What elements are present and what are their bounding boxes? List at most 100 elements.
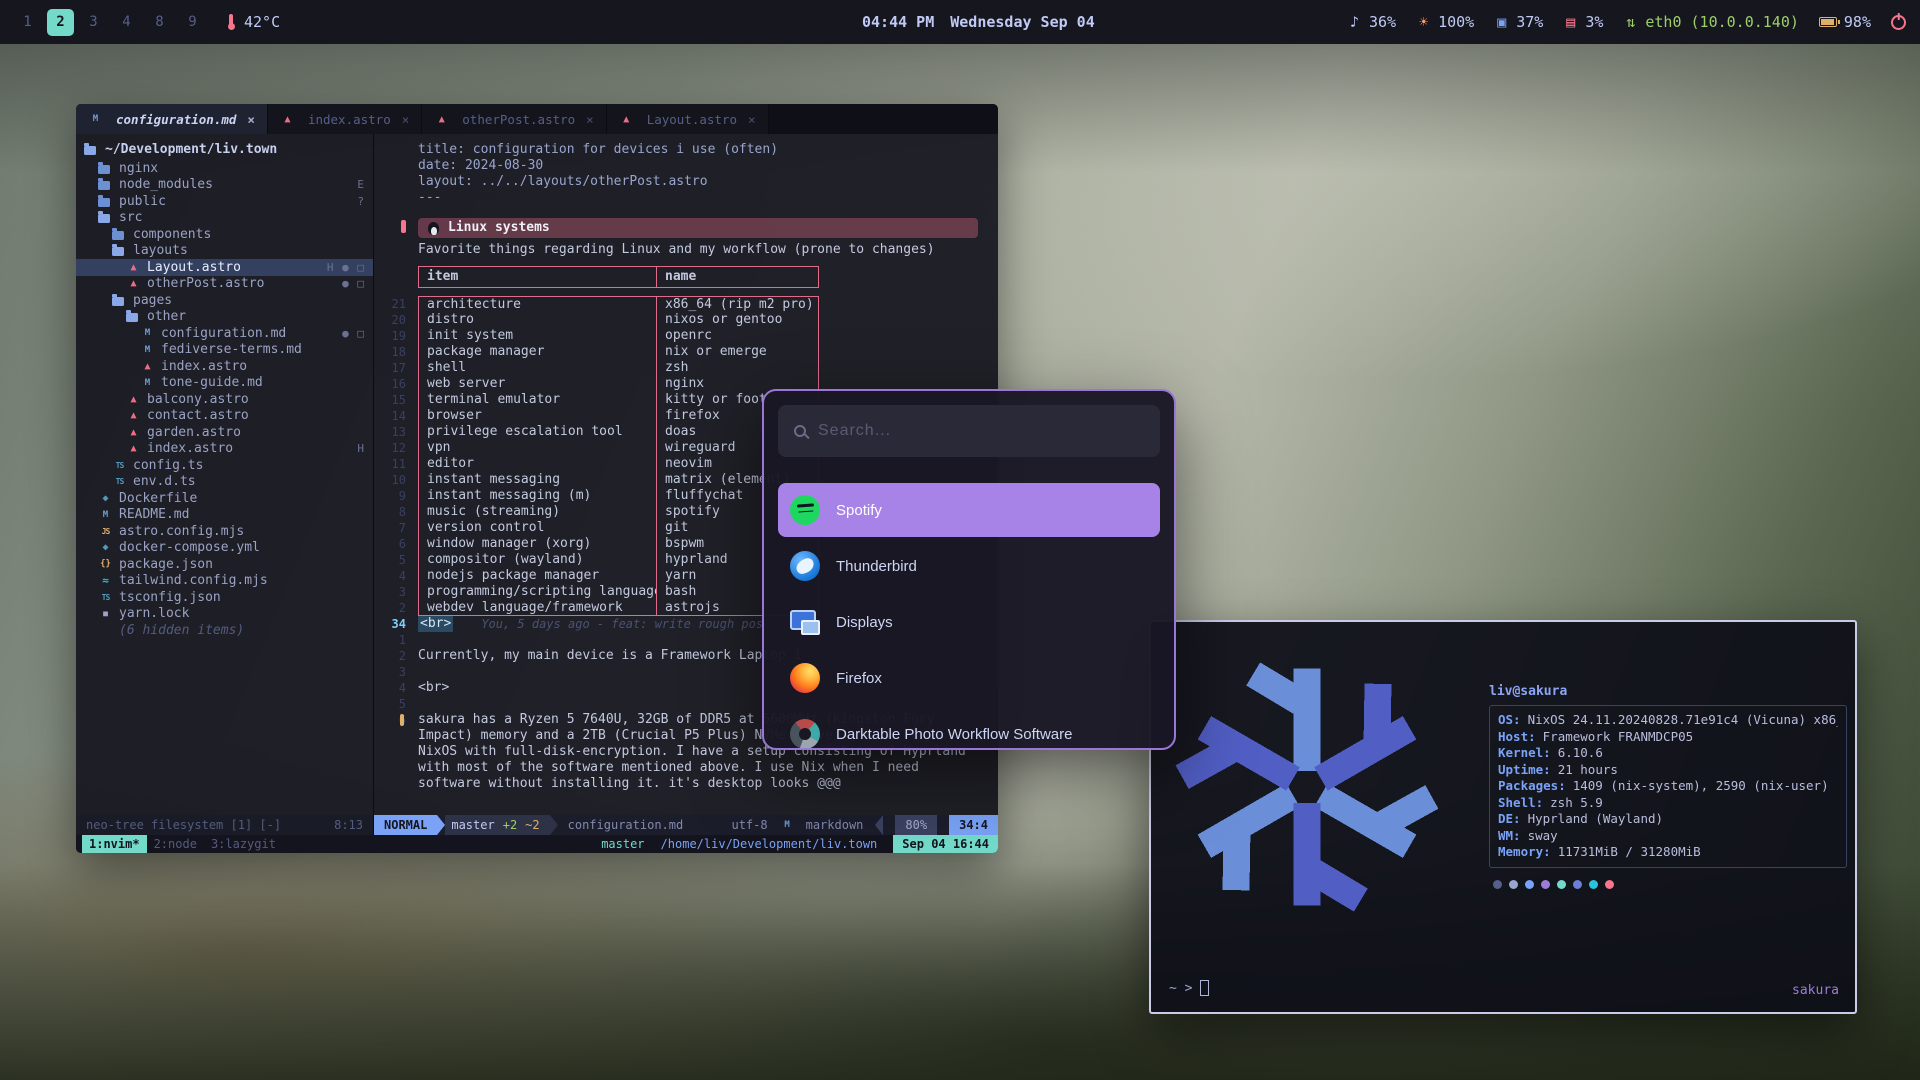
module-value: 3%	[1585, 13, 1603, 31]
tree-item-label: Layout.astro	[147, 260, 241, 275]
blank-line	[374, 206, 998, 214]
launcher-item[interactable]: Spotify	[778, 483, 1160, 537]
tree-item[interactable]: env.d.ts	[76, 474, 373, 491]
tree-item-label: src	[119, 210, 142, 225]
bar-module[interactable]: 36%	[1347, 13, 1396, 31]
tree-item[interactable]: Dockerfile	[76, 490, 373, 507]
tmux-window[interactable]: 1:nvim*	[82, 835, 147, 853]
tree-root[interactable]: ~/Development/liv.town	[76, 139, 373, 160]
tree-item[interactable]: tsconfig.json	[76, 589, 373, 606]
tree-item-label: yarn.lock	[119, 606, 189, 621]
tmux-window[interactable]: 3:lazygit	[204, 835, 283, 853]
file-icon	[98, 508, 113, 522]
table-cell-item: privilege escalation tool	[419, 424, 657, 440]
tree-item[interactable]: pages	[76, 292, 373, 309]
tab-close-icon[interactable]: ×	[748, 112, 756, 127]
file-encoding: utf-8	[731, 818, 767, 832]
tree-item[interactable]: node_modules E	[76, 177, 373, 194]
tree-item[interactable]: astro.config.mjs	[76, 523, 373, 540]
file-icon	[126, 277, 141, 291]
heading-sign	[401, 220, 406, 233]
fetch-info-line: Uptime: 21 hours	[1498, 762, 1838, 779]
tree-item[interactable]: tone-guide.md	[76, 375, 373, 392]
tmux-window[interactable]: 2:node	[147, 835, 204, 853]
file-icon	[98, 557, 113, 571]
tree-item[interactable]: tailwind.config.mjs	[76, 573, 373, 590]
line-number: 7	[374, 520, 418, 536]
tmux-cwd: /home/liv/Development/liv.town	[661, 837, 878, 851]
fetch-value: 1409 (nix-system), 2590 (nix-user)	[1573, 778, 1829, 795]
tree-item[interactable]: (6 hidden items)	[76, 622, 373, 639]
table-cell-item: version control	[419, 520, 657, 536]
tree-item[interactable]: configuration.md ● □	[76, 325, 373, 342]
line-number: 5	[374, 552, 418, 568]
tree-item[interactable]: index.astro H	[76, 441, 373, 458]
tree-item[interactable]: package.json	[76, 556, 373, 573]
tree-item[interactable]: index.astro	[76, 358, 373, 375]
palette-dot	[1509, 880, 1518, 889]
tree-item-badges: ● □	[342, 277, 365, 290]
git-segment: master +2 ~2	[445, 815, 549, 835]
bar-module[interactable]: eth0 (10.0.0.140)	[1623, 13, 1799, 31]
tree-item[interactable]: public ?	[76, 193, 373, 210]
line-number: 14	[374, 408, 418, 424]
tree-item[interactable]: README.md	[76, 507, 373, 524]
editor-tab[interactable]: index.astro ×	[268, 104, 422, 134]
module-icon	[1347, 13, 1362, 31]
file-icon	[98, 590, 113, 604]
bar-module[interactable]: 37%	[1494, 13, 1543, 31]
terminal-window[interactable]: liv@sakura OS: NixOS 24.11.20240828.71e9…	[1149, 620, 1857, 1014]
tree-item[interactable]: otherPost.astro ● □	[76, 276, 373, 293]
fetch-info-line: OS: NixOS 24.11.20240828.71e91c4 (Vicuna…	[1498, 712, 1838, 729]
table-cell-item: programming/scripting language	[419, 584, 657, 600]
power-icon	[1891, 15, 1906, 30]
launcher-search[interactable]	[778, 405, 1160, 457]
workspace-button[interactable]: 1	[14, 9, 41, 36]
bar-module[interactable]: 100%	[1416, 13, 1474, 31]
workspace-button[interactable]: 3	[80, 9, 107, 36]
bar-module[interactable]: 98%	[1819, 13, 1871, 31]
launcher-item[interactable]: Firefox	[778, 651, 1160, 705]
tree-item[interactable]: garden.astro	[76, 424, 373, 441]
tree-item[interactable]: other	[76, 309, 373, 326]
tree-item[interactable]: contact.astro	[76, 408, 373, 425]
line-number: 2	[374, 648, 418, 664]
power-button[interactable]	[1891, 15, 1906, 30]
tree-item[interactable]: config.ts	[76, 457, 373, 474]
editor-tab[interactable]: configuration.md ×	[76, 104, 268, 134]
tab-close-icon[interactable]: ×	[247, 112, 255, 127]
folder-open-icon	[84, 146, 96, 155]
search-input[interactable]	[818, 422, 1144, 440]
tree-item[interactable]: docker-compose.yml	[76, 540, 373, 557]
workspace-button[interactable]: 4	[113, 9, 140, 36]
tree-item[interactable]: layouts	[76, 243, 373, 260]
tree-item[interactable]: src	[76, 210, 373, 227]
editor-tab[interactable]: otherPost.astro ×	[422, 104, 606, 134]
tree-item[interactable]: balcony.astro	[76, 391, 373, 408]
tree-item-badges: ?	[357, 195, 365, 208]
launcher-item[interactable]: Darktable Photo Workflow Software	[778, 707, 1160, 750]
tab-close-icon[interactable]: ×	[402, 112, 410, 127]
tree-item[interactable]: nginx	[76, 160, 373, 177]
workspace-button[interactable]: 9	[179, 9, 206, 36]
editor-tab[interactable]: Layout.astro ×	[607, 104, 769, 134]
fetch-value: sway	[1528, 828, 1558, 845]
table-cell-item: terminal emulator	[419, 392, 657, 408]
tree-item[interactable]: Layout.astro H ● □	[76, 259, 373, 276]
tree-item[interactable]: yarn.lock	[76, 606, 373, 623]
shell-prompt-line[interactable]: ~ >	[1169, 980, 1209, 996]
file-icon	[98, 165, 110, 174]
workspace-button[interactable]: 8	[146, 9, 173, 36]
bar-module[interactable]: 3%	[1563, 13, 1603, 31]
powerline-separator	[875, 815, 883, 835]
penguin-icon	[428, 222, 439, 235]
workspace-button[interactable]: 2	[47, 9, 74, 36]
fetch-info-line: Memory: 11731MiB / 31280MiB	[1498, 844, 1838, 861]
launcher-item[interactable]: Displays	[778, 595, 1160, 649]
palette-dot	[1525, 880, 1534, 889]
launcher-item[interactable]: Thunderbird	[778, 539, 1160, 593]
tree-item[interactable]: fediverse-terms.md	[76, 342, 373, 359]
tree-item[interactable]: components	[76, 226, 373, 243]
tab-close-icon[interactable]: ×	[586, 112, 594, 127]
shell-prompt: ~ >	[1169, 981, 1192, 996]
